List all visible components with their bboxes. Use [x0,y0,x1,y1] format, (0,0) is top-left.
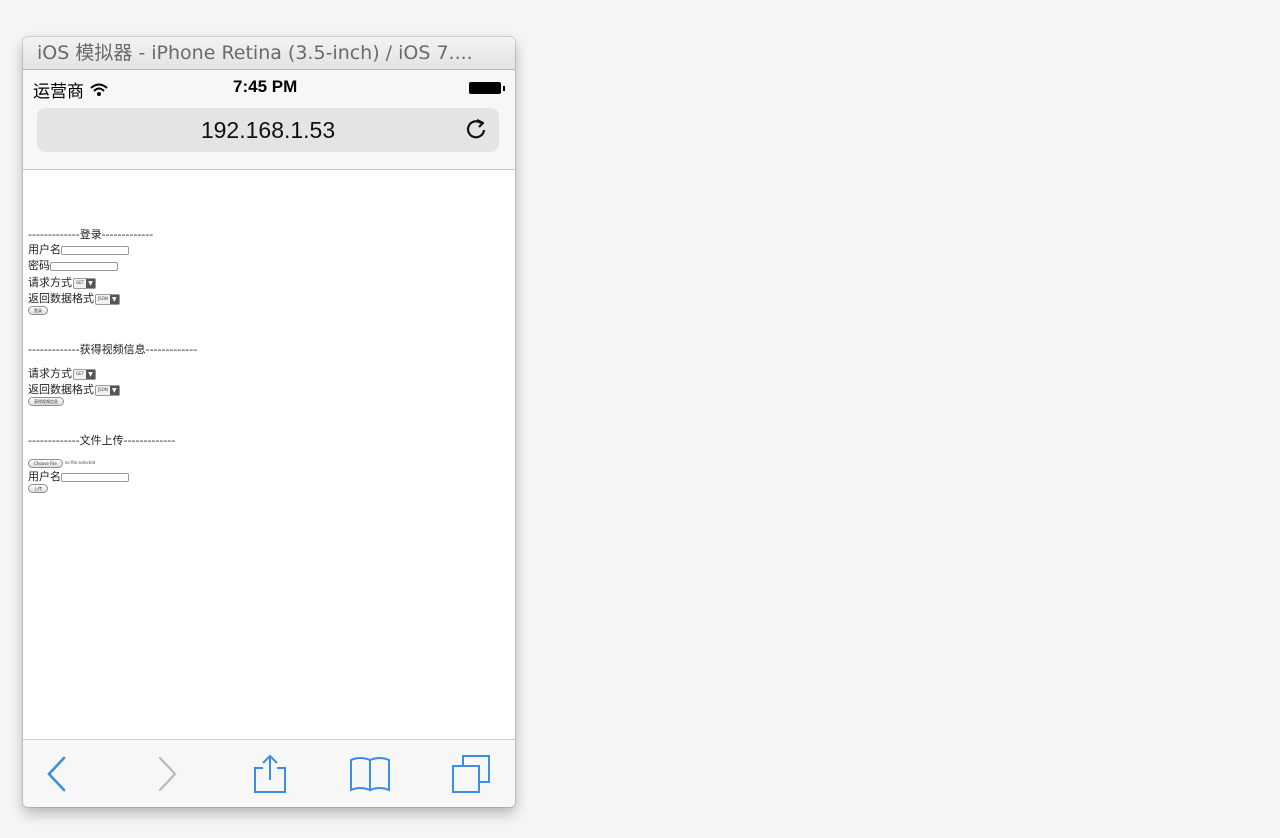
username-row: 用户名 [28,243,129,257]
section-header-upload: -------------文件上传------------- [28,434,176,447]
username-input[interactable] [61,245,129,255]
password-input[interactable] [50,261,118,271]
section-header-login: -------------登录------------- [28,228,154,241]
tabs-icon[interactable] [451,754,493,794]
format-select-video-value: JSON [98,387,108,392]
carrier-label: 运营商 [33,82,84,101]
format-row-login: 返回数据格式 JSON ▼ [28,292,120,306]
login-button[interactable]: 登录 [28,306,48,315]
method-label-video: 请求方式 [28,367,72,380]
chevron-down-icon: ▼ [86,369,96,379]
no-file-label: no file selected [64,460,96,465]
format-select-login-value: JSON [98,296,108,301]
window-titlebar: iOS 模拟器 - iPhone Retina (3.5-inch) / iOS… [23,37,515,70]
chevron-down-icon: ▼ [86,278,96,288]
browser-toolbar [23,739,515,807]
method-row-login: 请求方式 GET ▼ [28,276,97,290]
method-select-login-value: GET [76,280,85,285]
method-select-video-value: GET [76,371,85,376]
battery-icon [469,82,505,94]
upload-username-label: 用户名 [28,470,61,483]
format-row-video: 返回数据格式 JSON ▼ [28,383,120,397]
upload-username-input[interactable] [61,472,129,482]
web-content: -------------登录------------- 用户名 密码 请求方式… [23,170,515,739]
share-icon[interactable] [249,754,291,794]
address-area: 192.168.1.53 [23,104,515,170]
method-label-login: 请求方式 [28,276,72,289]
status-bar: 运营商 7:45 PM [23,70,515,104]
file-chooser-row: Choose File no file selected [28,456,95,470]
simulator-window: iOS 模拟器 - iPhone Retina (3.5-inch) / iOS… [23,37,515,807]
method-row-video: 请求方式 GET ▼ [28,367,97,381]
password-row: 密码 [28,259,118,273]
method-select-video[interactable]: GET ▼ [73,368,97,380]
choose-file-button[interactable]: Choose File [28,458,63,468]
get-video-info-button[interactable]: 获得视频信息 [28,397,64,406]
password-label: 密码 [28,259,50,272]
format-select-login[interactable]: JSON ▼ [95,293,120,305]
format-label-login: 返回数据格式 [28,292,94,305]
format-label-video: 返回数据格式 [28,383,94,396]
method-select-login[interactable]: GET ▼ [73,277,97,289]
username-label: 用户名 [28,243,61,256]
upload-button[interactable]: 上传 [28,484,48,493]
chevron-down-icon: ▼ [109,385,119,395]
carrier-group: 运营商 [33,77,108,102]
address-bar[interactable]: 192.168.1.53 [37,108,499,152]
wifi-icon [90,83,108,96]
video-submit-row: 获得视频信息 [28,397,64,406]
bookmarks-icon[interactable] [349,754,391,794]
url-text[interactable]: 192.168.1.53 [37,117,499,144]
section-header-video: -------------获得视频信息------------- [28,343,198,356]
back-icon[interactable] [37,754,79,794]
reload-icon[interactable] [463,116,489,142]
upload-username-row: 用户名 [28,470,129,484]
forward-icon[interactable] [145,754,187,794]
status-time: 7:45 PM [233,77,298,96]
format-select-video[interactable]: JSON ▼ [95,384,120,396]
login-submit-row: 登录 [28,306,48,315]
chevron-down-icon: ▼ [109,294,119,304]
upload-submit-row: 上传 [28,484,48,493]
